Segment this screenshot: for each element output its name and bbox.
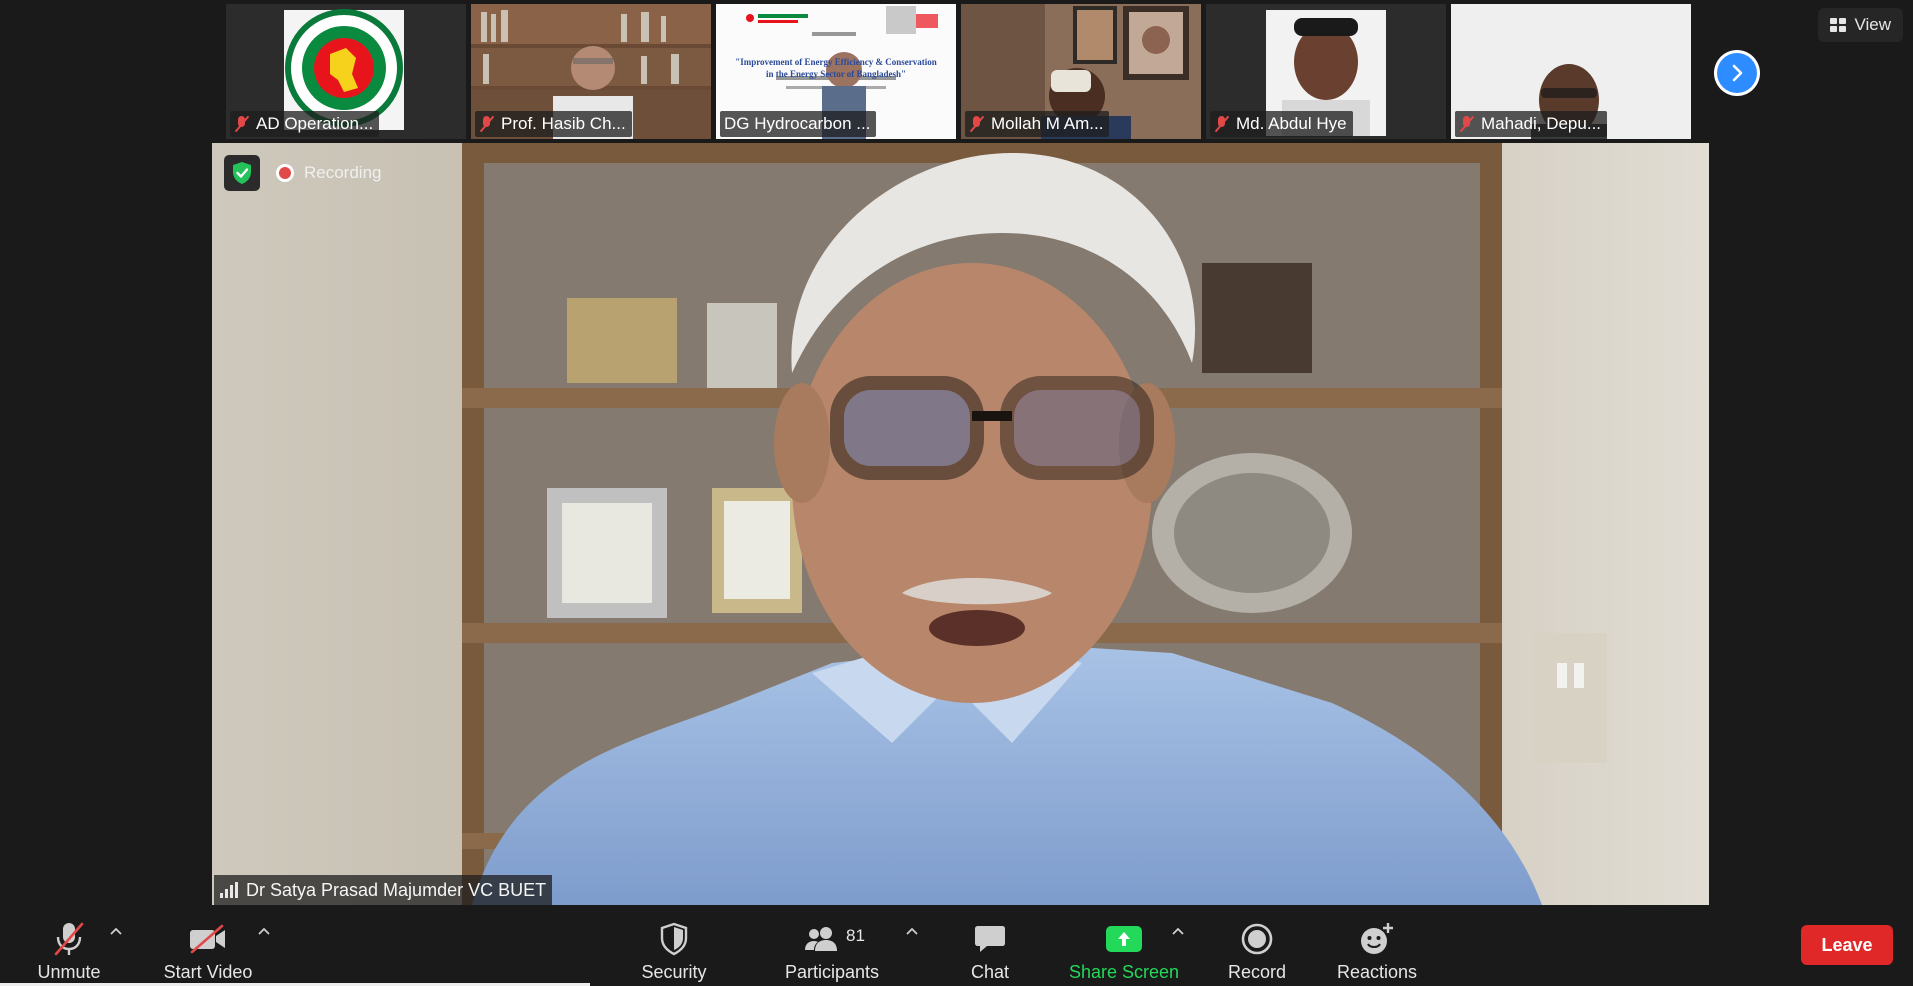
participant-tile[interactable]: AD Operation... <box>226 4 466 139</box>
view-label: View <box>1854 15 1891 34</box>
security-label: Security <box>641 962 707 982</box>
recording-indicator[interactable]: Recording <box>276 159 382 187</box>
meeting-toolbar: Unmute Start Video Security 81 Participa… <box>0 905 1913 986</box>
record-icon <box>1241 923 1273 955</box>
shield-check-icon <box>233 162 251 184</box>
participant-label: Mollah M Am... <box>965 111 1110 137</box>
reactions-label: Reactions <box>1336 962 1418 982</box>
chevron-up-icon <box>110 927 122 935</box>
slide-text-line: "Improvement of Energy Efficiency & Cons… <box>735 57 937 67</box>
recording-label: Recording <box>304 163 382 182</box>
unmute-button[interactable]: Unmute <box>34 915 104 983</box>
chevron-right-icon <box>1732 64 1743 82</box>
speaker-name: Dr Satya Prasad Majumder VC BUET <box>246 879 547 900</box>
speaker-video-frame <box>212 143 1709 905</box>
share-screen-icon <box>1106 926 1142 952</box>
speaker-name-label: Dr Satya Prasad Majumder VC BUET <box>214 875 553 905</box>
participant-label: Prof. Hasib Ch... <box>475 111 632 137</box>
participant-tile[interactable]: "Improvement of Energy Efficiency & Cons… <box>716 4 956 139</box>
active-speaker-video: Recording Dr Satya Prasad Majumder VC BU… <box>212 143 1709 905</box>
leave-label: Leave <box>1821 934 1873 955</box>
participant-label: AD Operation... <box>230 111 380 137</box>
participant-label: DG Hydrocarbon ... <box>720 111 877 137</box>
shield-icon <box>660 922 688 956</box>
reactions-button[interactable]: Reactions <box>1334 915 1420 983</box>
record-button[interactable]: Record <box>1222 915 1292 983</box>
chat-icon <box>975 926 1005 952</box>
participant-name: Mollah M Am... <box>991 114 1104 133</box>
gallery-next-button[interactable] <box>1714 50 1760 96</box>
participants-options-caret[interactable] <box>904 923 920 939</box>
start-video-label: Start Video <box>163 962 253 982</box>
signal-strength-icon <box>220 882 238 898</box>
participant-name: DG Hydrocarbon ... <box>724 114 871 133</box>
video-off-icon <box>190 924 225 954</box>
chevron-up-icon <box>1172 927 1184 935</box>
chevron-up-icon <box>258 927 270 935</box>
audio-options-caret[interactable] <box>108 923 124 939</box>
slide-text-line: in the Energy Sector of Bangladesh" <box>765 69 907 79</box>
mic-muted-icon <box>1459 115 1475 133</box>
participant-tile[interactable]: Mollah M Am... <box>961 4 1201 139</box>
chat-label: Chat <box>970 962 1010 982</box>
record-dot-icon <box>276 164 294 182</box>
gallery-strip: AD Operation... Prof. Hasib Ch... "Impro… <box>226 4 1691 139</box>
mic-muted-icon <box>234 115 250 133</box>
participant-tile[interactable]: Prof. Hasib Ch... <box>471 4 711 139</box>
participant-name: AD Operation... <box>256 114 374 133</box>
participant-tile[interactable]: Md. Abdul Hye <box>1206 4 1446 139</box>
mic-muted-icon <box>969 115 985 133</box>
video-options-caret[interactable] <box>256 923 272 939</box>
chat-button[interactable]: Chat <box>960 915 1020 983</box>
participant-name: Mahadi, Depu... <box>1481 114 1602 133</box>
security-shield-badge[interactable] <box>224 155 260 191</box>
participant-name: Md. Abdul Hye <box>1236 114 1347 133</box>
reactions-icon <box>1361 923 1393 954</box>
share-screen-label: Share Screen <box>1068 962 1180 982</box>
view-button[interactable]: View <box>1818 8 1903 42</box>
grid-view-icon <box>1830 18 1847 32</box>
participant-tile[interactable]: Mahadi, Depu... <box>1451 4 1691 139</box>
share-screen-button[interactable]: Share Screen <box>1064 915 1184 983</box>
participant-count: 81 <box>846 926 865 945</box>
chevron-up-icon <box>906 927 918 935</box>
participant-name: Prof. Hasib Ch... <box>501 114 626 133</box>
share-options-caret[interactable] <box>1170 923 1186 939</box>
leave-button[interactable]: Leave <box>1801 925 1893 965</box>
participants-icon <box>805 927 837 951</box>
mic-muted-icon <box>1214 115 1230 133</box>
participant-label: Mahadi, Depu... <box>1455 111 1608 137</box>
record-label: Record <box>1227 962 1287 982</box>
zoom-meeting-window: AD Operation... Prof. Hasib Ch... "Impro… <box>0 0 1913 986</box>
mic-muted-icon <box>479 115 495 133</box>
participant-label: Md. Abdul Hye <box>1210 111 1353 137</box>
start-video-button[interactable]: Start Video <box>158 915 258 983</box>
mic-muted-icon <box>54 922 84 956</box>
participants-button[interactable]: 81 Participants <box>782 915 882 983</box>
unmute-label: Unmute <box>37 962 101 982</box>
security-button[interactable]: Security <box>634 915 714 983</box>
participants-label: Participants <box>784 962 880 982</box>
